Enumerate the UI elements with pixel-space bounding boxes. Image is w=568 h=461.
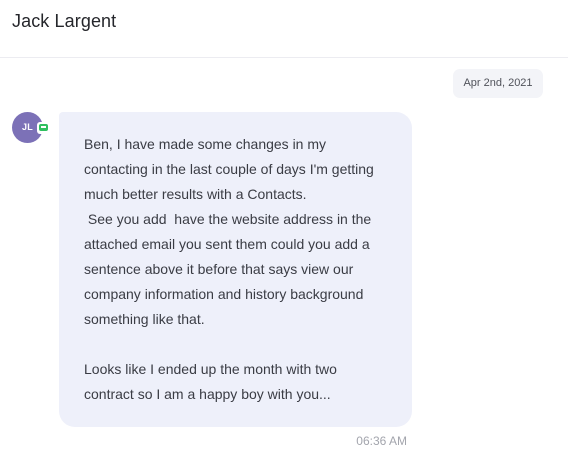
conversation-header: Jack Largent [0,0,568,58]
message-bubble: Ben, I have made some changes in my cont… [59,112,412,427]
message-timestamp: 06:36 AM [356,434,407,448]
message-text: Ben, I have made some changes in my cont… [84,136,374,402]
contact-name[interactable]: Jack Largent [12,11,116,32]
sms-chat-icon [37,122,49,134]
date-separator: Apr 2nd, 2021 [453,69,543,98]
